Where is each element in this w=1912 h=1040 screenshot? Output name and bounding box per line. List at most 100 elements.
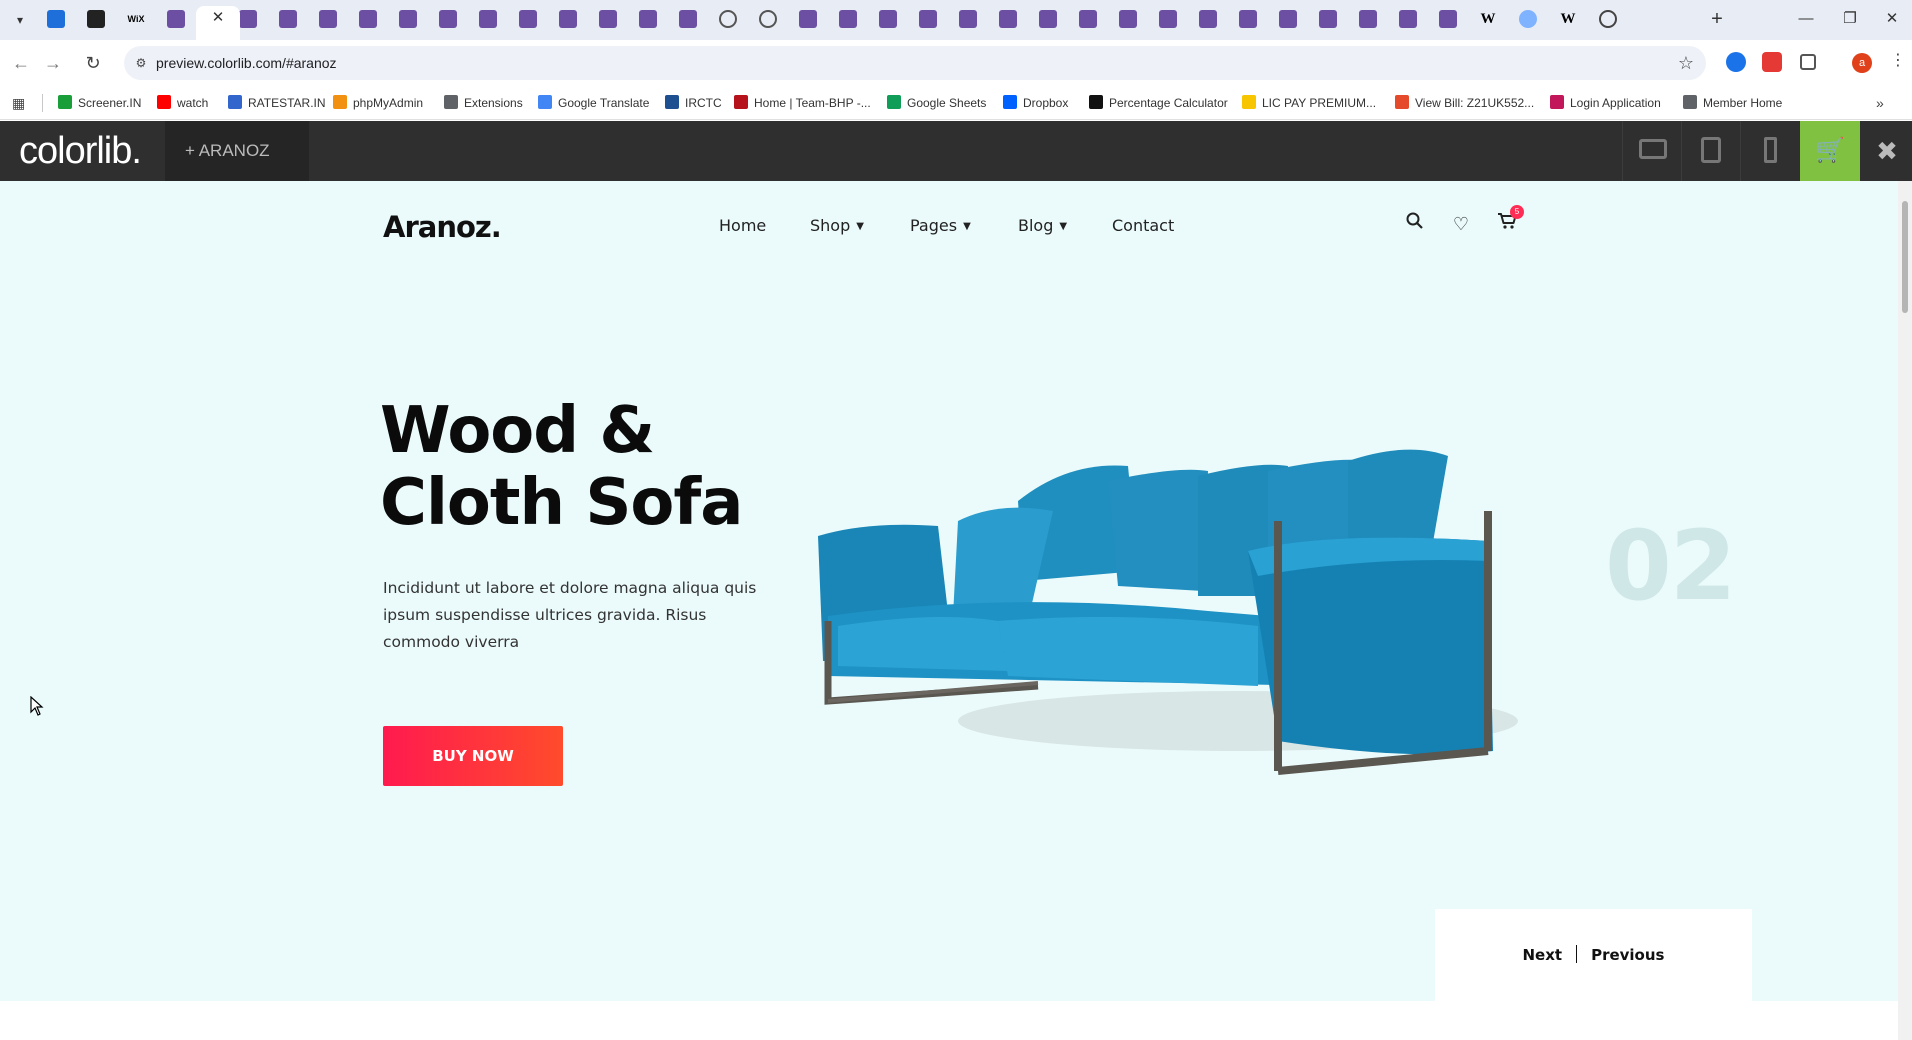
tab-close-icon[interactable]: ✕ <box>209 9 227 27</box>
bookmark-item[interactable]: Dropbox <box>1003 94 1068 112</box>
tab-colorlib-icon[interactable] <box>879 10 897 28</box>
tab-colorlib-icon[interactable] <box>639 10 657 28</box>
scrollbar-thumb[interactable] <box>1902 201 1908 313</box>
bookmark-item[interactable]: RATESTAR.IN <box>228 94 326 112</box>
apps-grid-icon[interactable]: ▦ <box>12 94 25 112</box>
nav-pages[interactable]: Pages ▼ <box>910 215 971 238</box>
back-button[interactable]: ← <box>8 50 34 76</box>
tab-wikipedia-icon[interactable]: W <box>1559 10 1577 28</box>
tab-colorlib-icon[interactable] <box>359 10 377 28</box>
theme-switcher[interactable]: + ARANOZ <box>165 121 309 181</box>
colorlib-logo[interactable]: colorlib. <box>19 131 142 171</box>
extension-shield-icon[interactable] <box>1762 52 1782 72</box>
tab-colorlib-icon[interactable] <box>1359 10 1377 28</box>
tab-colorlib-icon[interactable] <box>799 10 817 28</box>
tab-colorlib-icon[interactable] <box>599 10 617 28</box>
bookmark-item[interactable]: Percentage Calculator <box>1089 94 1228 112</box>
close-window-button[interactable]: ✕ <box>1872 6 1912 32</box>
previous-slide-button[interactable]: Previous <box>1591 946 1664 964</box>
extensions-puzzle-icon[interactable] <box>1800 54 1816 70</box>
bookmark-item[interactable]: watch <box>157 94 208 112</box>
tab-wikipedia-icon[interactable]: W <box>1479 10 1497 28</box>
minimize-button[interactable]: — <box>1786 6 1826 32</box>
tab-colorlib-icon[interactable] <box>279 10 297 28</box>
more-bookmarks-icon[interactable]: » <box>1876 94 1884 112</box>
tab-colorlib-icon[interactable] <box>1159 10 1177 28</box>
tab-colorlib-icon[interactable] <box>1239 10 1257 28</box>
bookmark-item[interactable]: IRCTC <box>665 94 722 112</box>
desktop-view-button[interactable] <box>1622 121 1680 181</box>
next-slide-button[interactable]: Next <box>1523 946 1563 964</box>
profile-avatar[interactable]: a <box>1852 53 1872 73</box>
tab-colorlib-icon[interactable] <box>959 10 977 28</box>
tab-search-chevron-icon[interactable]: ▾ <box>10 10 30 30</box>
nav-home[interactable]: Home <box>719 215 766 237</box>
mobile-view-button[interactable] <box>1740 121 1798 181</box>
bookmark-item[interactable]: phpMyAdmin <box>333 94 423 112</box>
reload-button[interactable]: ↻ <box>80 50 106 76</box>
tab-app-icon[interactable] <box>87 10 105 28</box>
site-info-icon[interactable]: ⚙ <box>132 54 150 72</box>
url-text[interactable]: preview.colorlib.com/#aranoz <box>156 54 337 72</box>
tab-colorlib-icon[interactable] <box>519 10 537 28</box>
close-preview-icon[interactable]: ✖ <box>1862 121 1912 181</box>
tab-colorlib-icon[interactable] <box>1199 10 1217 28</box>
pager-divider <box>1576 945 1578 963</box>
tab-colorlib-icon[interactable] <box>679 10 697 28</box>
search-icon[interactable] <box>1402 211 1428 237</box>
bookmark-item[interactable]: Screener.IN <box>58 94 141 112</box>
buy-theme-cart-icon[interactable]: 🛒 <box>1800 121 1860 181</box>
tab-colorlib-icon[interactable] <box>1279 10 1297 28</box>
extension-icon[interactable] <box>1726 52 1746 72</box>
bookmark-item[interactable]: LIC PAY PREMIUM... <box>1242 94 1376 112</box>
forward-button[interactable]: → <box>40 50 66 76</box>
buy-now-button[interactable]: BUY NOW <box>383 726 563 786</box>
wishlist-heart-icon[interactable]: ♡ <box>1448 211 1474 237</box>
browser-menu-icon[interactable]: ⋮ <box>1890 51 1906 71</box>
tab-colorlib-icon[interactable] <box>167 10 185 28</box>
tab-colorlib-icon[interactable] <box>559 10 577 28</box>
bookmark-favicon-icon <box>538 95 552 109</box>
bookmark-item[interactable]: Extensions <box>444 94 523 112</box>
restore-button[interactable]: ❐ <box>1830 6 1870 32</box>
tab-colorlib-icon[interactable] <box>1079 10 1097 28</box>
site-logo[interactable]: Aranoz. <box>383 209 502 245</box>
nav-contact[interactable]: Contact <box>1112 215 1174 237</box>
page-scrollbar[interactable] <box>1898 181 1912 1040</box>
tab-colorlib-icon[interactable] <box>1039 10 1057 28</box>
nav-shop[interactable]: Shop ▼ <box>810 215 864 238</box>
tablet-view-button[interactable] <box>1681 121 1739 181</box>
tab-colorlib-icon[interactable] <box>839 10 857 28</box>
bookmark-item[interactable]: Google Translate <box>538 94 649 112</box>
tab-colorlib-icon[interactable] <box>239 10 257 28</box>
tab-wix-icon[interactable]: WiX <box>127 10 145 28</box>
tab-globe-icon[interactable] <box>759 10 777 28</box>
tab-colorlib-icon[interactable] <box>1119 10 1137 28</box>
bookmark-item[interactable]: Member Home <box>1683 94 1782 112</box>
tab-colorlib-icon[interactable] <box>999 10 1017 28</box>
new-tab-button[interactable]: + <box>1706 8 1728 30</box>
tab-chatgpt-icon[interactable] <box>1599 10 1617 28</box>
bookmark-label: RATESTAR.IN <box>248 96 326 110</box>
bookmark-item[interactable]: View Bill: Z21UK552... <box>1395 94 1534 112</box>
address-bar[interactable]: ⚙ preview.colorlib.com/#aranoz ☆ <box>124 46 1706 80</box>
bookmark-item[interactable]: Google Sheets <box>887 94 986 112</box>
tab-colorlib-icon[interactable] <box>1399 10 1417 28</box>
nav-blog[interactable]: Blog ▼ <box>1018 215 1067 238</box>
hero-title: Wood & Cloth Sofa <box>380 394 743 540</box>
tab-colorlib-icon[interactable] <box>479 10 497 28</box>
tab-colorlib-icon[interactable] <box>1319 10 1337 28</box>
bookmark-item[interactable]: Home | Team-BHP -... <box>734 94 871 112</box>
tab-colorlib-icon[interactable] <box>319 10 337 28</box>
tab-colorlib-icon[interactable] <box>1439 10 1457 28</box>
tab-app-icon[interactable] <box>47 10 65 28</box>
bookmark-favicon-icon <box>444 95 458 109</box>
tab-globe-icon[interactable] <box>719 10 737 28</box>
tab-colorlib-icon[interactable] <box>399 10 417 28</box>
bookmark-item[interactable]: Login Application <box>1550 94 1661 112</box>
tab-colorlib-icon[interactable] <box>919 10 937 28</box>
bookmark-star-icon[interactable]: ☆ <box>1678 52 1694 74</box>
mouse-cursor-icon <box>30 696 44 716</box>
tab-colorlib-icon[interactable] <box>439 10 457 28</box>
tab-un-icon[interactable] <box>1519 10 1537 28</box>
